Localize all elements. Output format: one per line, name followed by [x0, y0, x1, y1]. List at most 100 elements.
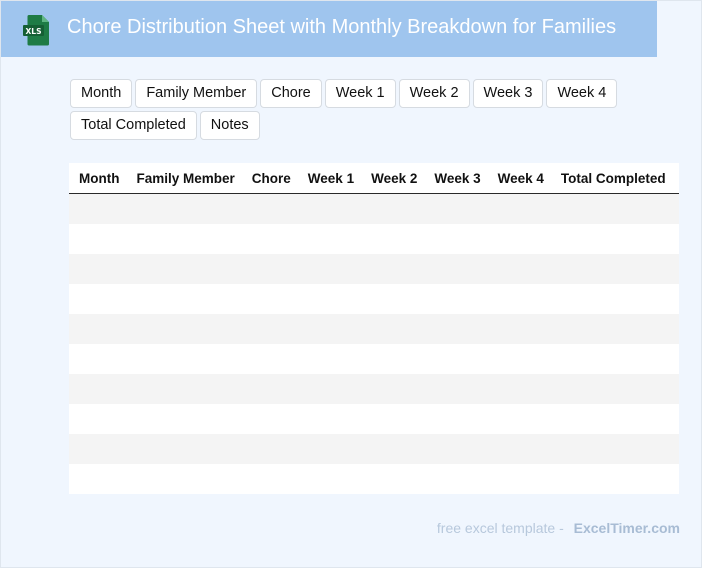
table-cell[interactable]	[487, 374, 551, 404]
table-cell[interactable]	[69, 284, 127, 314]
table-cell[interactable]	[550, 344, 673, 374]
table-cell[interactable]	[126, 193, 242, 224]
chip-week-3[interactable]: Week 3	[472, 79, 544, 108]
table-cell[interactable]	[297, 224, 362, 254]
table-cell[interactable]	[487, 464, 551, 494]
table-cell[interactable]	[361, 284, 425, 314]
table-cell[interactable]	[424, 224, 488, 254]
table-cell[interactable]	[672, 284, 679, 314]
table-cell[interactable]	[550, 224, 673, 254]
table-cell[interactable]	[672, 314, 679, 344]
chip-notes[interactable]: Notes	[199, 111, 260, 140]
table-cell[interactable]	[424, 464, 488, 494]
table-cell[interactable]	[487, 193, 551, 224]
table-cell[interactable]	[297, 464, 362, 494]
table-cell[interactable]	[424, 314, 488, 344]
table-cell[interactable]	[361, 224, 425, 254]
table-cell[interactable]	[424, 193, 488, 224]
table-cell[interactable]	[487, 344, 551, 374]
table-cell[interactable]	[672, 224, 679, 254]
table-cell[interactable]	[297, 404, 362, 434]
table-cell[interactable]	[361, 193, 425, 224]
table-cell[interactable]	[672, 464, 679, 494]
table-cell[interactable]	[126, 464, 242, 494]
table-cell[interactable]	[126, 404, 242, 434]
table-cell[interactable]	[361, 254, 425, 284]
table-cell[interactable]	[126, 374, 242, 404]
table-cell[interactable]	[297, 434, 362, 464]
table-cell[interactable]	[424, 254, 488, 284]
table-cell[interactable]	[126, 224, 242, 254]
table-cell[interactable]	[487, 254, 551, 284]
table-cell[interactable]	[69, 374, 127, 404]
table-cell[interactable]	[126, 434, 242, 464]
chip-week-1[interactable]: Week 1	[324, 79, 396, 108]
table-cell[interactable]	[550, 374, 673, 404]
table-cell[interactable]	[487, 404, 551, 434]
table-cell[interactable]	[126, 254, 242, 284]
table-cell[interactable]	[424, 404, 488, 434]
table-cell[interactable]	[297, 344, 362, 374]
table-cell[interactable]	[297, 314, 362, 344]
table-cell[interactable]	[69, 193, 127, 224]
table-cell[interactable]	[361, 344, 425, 374]
table-cell[interactable]	[672, 404, 679, 434]
table-cell[interactable]	[487, 224, 551, 254]
table-cell[interactable]	[126, 344, 242, 374]
table-cell[interactable]	[241, 254, 298, 284]
table-cell[interactable]	[69, 224, 127, 254]
table-cell[interactable]	[487, 284, 551, 314]
table-cell[interactable]	[241, 284, 298, 314]
table-cell[interactable]	[297, 284, 362, 314]
table-cell[interactable]	[550, 404, 673, 434]
chip-family-member[interactable]: Family Member	[135, 79, 258, 108]
table-cell[interactable]	[550, 284, 673, 314]
table-cell[interactable]	[241, 314, 298, 344]
table-cell[interactable]	[241, 434, 298, 464]
table-cell[interactable]	[361, 404, 425, 434]
table-cell[interactable]	[550, 314, 673, 344]
table-cell[interactable]	[126, 314, 242, 344]
chip-week-4[interactable]: Week 4	[546, 79, 618, 108]
table-cell[interactable]	[550, 193, 673, 224]
chip-total-completed[interactable]: Total Completed	[70, 111, 197, 140]
table-cell[interactable]	[241, 404, 298, 434]
table-cell[interactable]	[550, 434, 673, 464]
chip-chore[interactable]: Chore	[260, 79, 322, 108]
table-cell[interactable]	[69, 254, 127, 284]
chip-month[interactable]: Month	[70, 79, 133, 108]
table-cell[interactable]	[550, 254, 673, 284]
table-cell[interactable]	[126, 284, 242, 314]
table-cell[interactable]	[297, 193, 362, 224]
table-cell[interactable]	[69, 434, 127, 464]
table-cell[interactable]	[241, 224, 298, 254]
table-cell[interactable]	[672, 434, 679, 464]
table-cell[interactable]	[241, 344, 298, 374]
table-cell[interactable]	[550, 464, 673, 494]
table-cell[interactable]	[241, 464, 298, 494]
table-cell[interactable]	[361, 434, 425, 464]
table-cell[interactable]	[361, 374, 425, 404]
table-cell[interactable]	[297, 254, 362, 284]
table-cell[interactable]	[672, 344, 679, 374]
footer-brand-link[interactable]: ExcelTimer.com	[574, 520, 680, 536]
table-cell[interactable]	[69, 344, 127, 374]
table-cell[interactable]	[241, 374, 298, 404]
chip-week-2[interactable]: Week 2	[398, 79, 470, 108]
table-cell[interactable]	[424, 284, 488, 314]
table-cell[interactable]	[424, 344, 488, 374]
table-cell[interactable]	[487, 314, 551, 344]
table-cell[interactable]	[361, 464, 425, 494]
table-cell[interactable]	[672, 374, 679, 404]
table-cell[interactable]	[672, 193, 679, 224]
table-cell[interactable]	[241, 193, 298, 224]
table-cell[interactable]	[69, 404, 127, 434]
table-cell[interactable]	[361, 314, 425, 344]
table-cell[interactable]	[69, 464, 127, 494]
table-cell[interactable]	[424, 434, 488, 464]
table-cell[interactable]	[487, 434, 551, 464]
table-cell[interactable]	[297, 374, 362, 404]
table-cell[interactable]	[424, 374, 488, 404]
table-cell[interactable]	[672, 254, 679, 284]
table-cell[interactable]	[69, 314, 127, 344]
